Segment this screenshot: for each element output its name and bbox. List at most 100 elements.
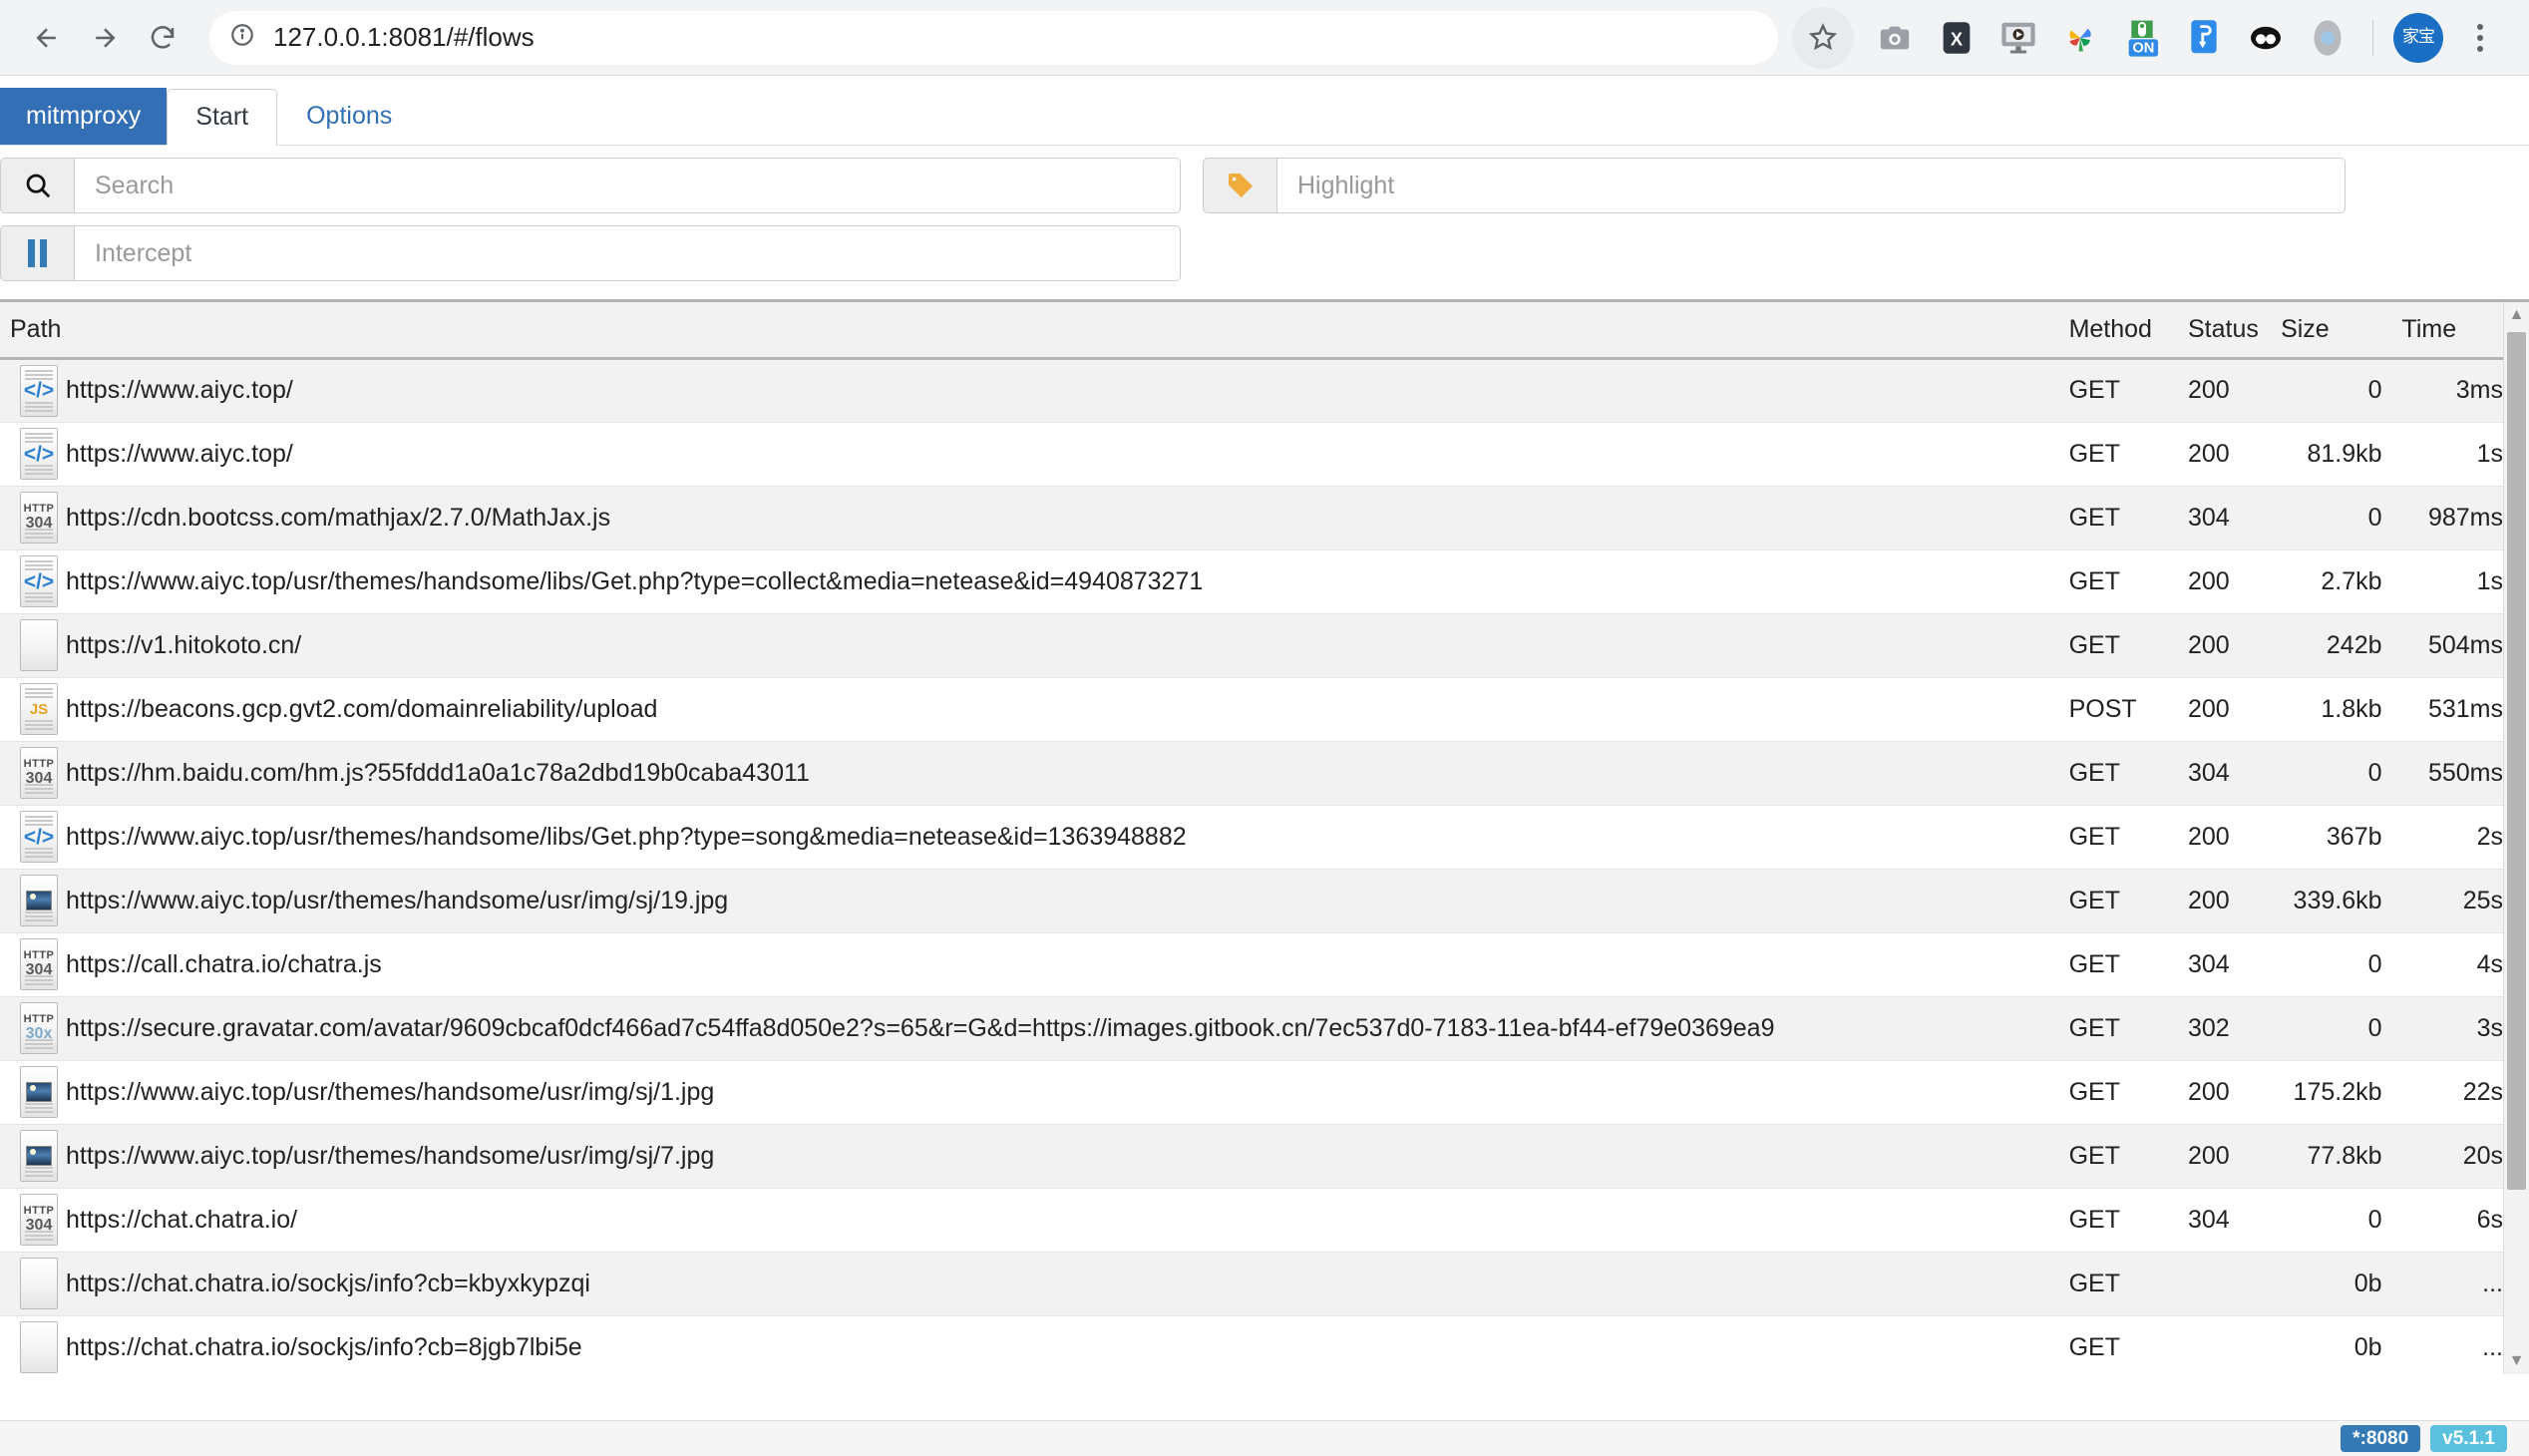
cell-path[interactable]: https://www.aiyc.top/usr/themes/handsome…	[0, 1124, 2059, 1189]
cell-size: 0	[2271, 996, 2392, 1061]
path-text: https://chat.chatra.io/	[66, 1205, 298, 1234]
cell-size: 0b	[2271, 1252, 2392, 1316]
cell-path[interactable]: HTTP 30x https://secure.gravatar.com/avata…	[0, 996, 2059, 1061]
method-text: GET	[2068, 1141, 2120, 1170]
table-row[interactable]: HTTP 30x https://secure.gravatar.com/avata…	[0, 996, 2513, 1061]
table-row[interactable]: https://chat.chatra.io/sockjs/info?cb=8j…	[0, 1315, 2513, 1374]
gray-circle-extension-icon[interactable]	[2297, 7, 2358, 69]
cell-path[interactable]: </> https://www.aiyc.top/usr/themes/hands…	[0, 805, 2059, 870]
cell-size: 0	[2271, 358, 2392, 423]
html-file-icon: </>	[20, 364, 58, 417]
table-row[interactable]: https://www.aiyc.top/usr/themes/handsome…	[0, 1060, 2513, 1125]
cell-path[interactable]: https://www.aiyc.top/usr/themes/handsome…	[0, 869, 2059, 933]
cell-time: 4s	[2391, 932, 2513, 997]
http-30x-icon: HTTP 30x	[20, 1002, 58, 1054]
back-button[interactable]	[18, 9, 76, 67]
status-badge: 200	[2177, 869, 2272, 933]
column-header-time[interactable]: Time	[2391, 302, 2513, 360]
table-row[interactable]: HTTP 304 https://call.chatra.io/chatra.js G…	[0, 932, 2513, 997]
table-row[interactable]: HTTP 304 https://chat.chatra.io/GET 304 0 6s	[0, 1188, 2513, 1253]
table-row[interactable]: </> https://www.aiyc.top/GET 200 0 3ms	[0, 358, 2513, 423]
panda-extension-icon[interactable]	[2235, 7, 2297, 69]
tab-start[interactable]: Start	[167, 89, 278, 146]
table-row[interactable]: </> https://www.aiyc.top/GET 200 81.9kb 1s	[0, 422, 2513, 487]
pinwheel-extension-icon[interactable]	[2049, 7, 2111, 69]
cell-time: 20s	[2391, 1124, 2513, 1189]
cell-path[interactable]: </> https://www.aiyc.top/	[0, 358, 2059, 423]
path-text: https://www.aiyc.top/	[66, 439, 293, 468]
table-row[interactable]: https://www.aiyc.top/usr/themes/handsome…	[0, 1124, 2513, 1189]
browser-menu-button[interactable]	[2449, 7, 2511, 69]
cell-path[interactable]: HTTP 304 https://call.chatra.io/chatra.js	[0, 932, 2059, 997]
flow-table-body: </> https://www.aiyc.top/GET 200 0 3ms </> htt…	[0, 358, 2513, 1374]
tag-icon[interactable]	[1203, 158, 1276, 213]
x-extension-icon[interactable]: X	[1926, 7, 1987, 69]
table-row[interactable]: </> https://www.aiyc.top/usr/themes/hands…	[0, 805, 2513, 870]
column-header-path[interactable]: Path	[0, 302, 2059, 360]
cell-size: 0	[2271, 932, 2392, 997]
cell-path[interactable]: JS https://beacons.gcp.gvt2.com/domainrel…	[0, 677, 2059, 742]
cell-path[interactable]: https://www.aiyc.top/usr/themes/handsome…	[0, 1060, 2059, 1125]
avatar[interactable]: 家宝	[2387, 7, 2449, 69]
app-header: mitmproxy Start Options	[0, 76, 2529, 146]
table-row[interactable]: https://chat.chatra.io/sockjs/info?cb=kb…	[0, 1252, 2513, 1316]
table-row[interactable]: HTTP 304 https://cdn.bootcss.com/mathjax/2…	[0, 486, 2513, 550]
forward-button[interactable]	[76, 9, 134, 67]
scrollbar-thumb[interactable]	[2507, 332, 2526, 1190]
cell-path[interactable]: https://chat.chatra.io/sockjs/info?cb=8j…	[0, 1315, 2059, 1374]
column-header-size[interactable]: Size	[2271, 302, 2392, 360]
search-icon[interactable]	[0, 158, 74, 213]
cell-path[interactable]: HTTP 304 https://hm.baidu.com/hm.js?55fddd…	[0, 741, 2059, 806]
on-toggle-extension-icon[interactable]: ON	[2111, 7, 2173, 69]
table-row[interactable]: HTTP 304 https://hm.baidu.com/hm.js?55fddd…	[0, 741, 2513, 806]
app-brand[interactable]: mitmproxy	[0, 88, 168, 145]
table-row[interactable]: https://www.aiyc.top/usr/themes/handsome…	[0, 869, 2513, 933]
scroll-up-arrow-icon[interactable]: ▲	[2504, 302, 2529, 328]
method-text: GET	[2068, 1205, 2120, 1234]
cell-path[interactable]: </> https://www.aiyc.top/usr/themes/hands…	[0, 549, 2059, 614]
column-header-method[interactable]: Method	[2058, 302, 2178, 360]
monitor-extension-icon[interactable]	[1987, 7, 2049, 69]
screenshot-camera-icon[interactable]	[1864, 7, 1926, 69]
http-304-icon: HTTP 304	[20, 492, 58, 544]
path-text: https://www.aiyc.top/usr/themes/handsome…	[66, 566, 1204, 595]
cell-method: GET	[2058, 1188, 2178, 1253]
scroll-down-arrow-icon[interactable]: ▼	[2504, 1348, 2529, 1374]
table-row[interactable]: </> https://www.aiyc.top/usr/themes/hands…	[0, 549, 2513, 614]
table-row[interactable]: JS https://beacons.gcp.gvt2.com/domainrel…	[0, 677, 2513, 742]
bookmark-button[interactable]	[1792, 6, 1854, 69]
status-badge: 304	[2177, 486, 2272, 550]
table-row[interactable]: https://v1.hitokoto.cn/GET 200 242b 504ms	[0, 613, 2513, 678]
status-badge: 304	[2177, 741, 2272, 806]
cell-time: 6s	[2391, 1188, 2513, 1253]
cell-path[interactable]: </> https://www.aiyc.top/	[0, 422, 2059, 487]
highlight-input[interactable]: Highlight	[1276, 158, 2346, 213]
cell-path[interactable]: https://chat.chatra.io/sockjs/info?cb=kb…	[0, 1252, 2059, 1316]
browser-toolbar: 127.0.0.1:8081/#/flows X ON 家宝	[0, 0, 2529, 76]
vertical-scrollbar[interactable]: ▲ ▼	[2503, 302, 2529, 1374]
cell-path[interactable]: https://v1.hitokoto.cn/	[0, 613, 2059, 678]
cell-path[interactable]: HTTP 304 https://cdn.bootcss.com/mathjax/2…	[0, 486, 2059, 550]
download-extension-icon[interactable]	[2173, 7, 2235, 69]
cell-time: 550ms	[2391, 741, 2513, 806]
intercept-input[interactable]: Intercept	[74, 225, 1181, 281]
tab-options[interactable]: Options	[277, 88, 421, 145]
method-text: GET	[2068, 822, 2120, 851]
filter-row-top: Search Highlight	[0, 152, 2529, 219]
method-text: POST	[2068, 694, 2137, 723]
cell-size: 81.9kb	[2271, 422, 2392, 487]
cell-size: 0	[2271, 1188, 2392, 1253]
cell-time: 22s	[2391, 1060, 2513, 1125]
image-file-icon	[20, 1066, 58, 1118]
kebab-menu-icon	[2477, 23, 2483, 52]
reload-button[interactable]	[134, 9, 191, 67]
cell-path[interactable]: HTTP 304 https://chat.chatra.io/	[0, 1188, 2059, 1253]
cell-time: 2s	[2391, 805, 2513, 870]
site-info-icon[interactable]	[229, 22, 255, 53]
address-bar[interactable]: 127.0.0.1:8081/#/flows	[209, 10, 1778, 65]
column-header-status[interactable]: Status	[2177, 302, 2272, 360]
cell-method: GET	[2058, 1060, 2178, 1125]
path-text: https://www.aiyc.top/usr/themes/handsome…	[66, 886, 729, 914]
pause-icon[interactable]	[0, 225, 74, 281]
search-input[interactable]: Search	[74, 158, 1181, 213]
